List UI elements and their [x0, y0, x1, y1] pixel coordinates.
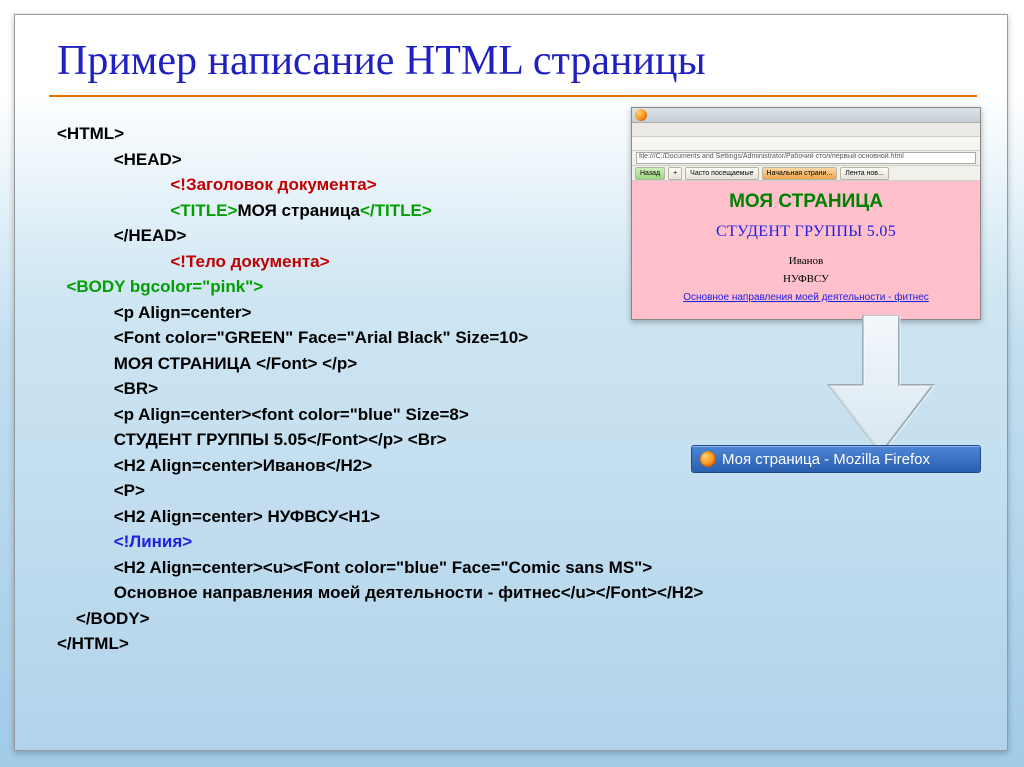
browser-tabstrip	[632, 137, 980, 151]
code-l10a: МОЯ СТРАНИЦА	[114, 354, 256, 373]
code-l11: <BR>	[114, 379, 158, 398]
code-l19a: Основное направления моей деятельности -…	[114, 583, 561, 602]
code-l19b: </u></Font></H2>	[561, 583, 704, 602]
code-l12: <p Align=center><font color="blue" Size=…	[114, 405, 469, 424]
code-l21: </HTML>	[57, 634, 129, 653]
code-l17: <!Линия>	[114, 532, 193, 551]
browser-titlebar	[632, 108, 980, 123]
code-l3: <!Заголовок документа>	[170, 175, 376, 194]
code-l13a: СТУДЕНТ ГРУППЫ 5.05	[114, 430, 307, 449]
rendered-page: МОЯ СТРАНИЦА СТУДЕНТ ГРУППЫ 5.05 Иванов …	[632, 181, 980, 319]
browser-window: file:///C:/Documents and Settings/Admini…	[631, 107, 981, 320]
firefox-icon	[635, 109, 647, 121]
code-l4c: </TITLE>	[360, 201, 432, 220]
browser-addressbar: file:///C:/Documents and Settings/Admini…	[632, 151, 980, 166]
taskbar-button[interactable]: Моя страница - Mozilla Firefox	[691, 445, 981, 473]
firefox-icon	[700, 451, 716, 467]
code-l14: <H2 Align=center>Иванов</H2>	[114, 456, 372, 475]
code-l4b: МОЯ страница	[237, 201, 360, 220]
taskbar-label: Моя страница - Mozilla Firefox	[722, 451, 930, 468]
page-name: Иванов	[636, 255, 976, 267]
page-university: НУФВСУ	[636, 273, 976, 285]
code-l7: <BODY bgcolor="pink">	[66, 277, 263, 296]
code-l18: <H2 Align=center><u><Font color="blue" F…	[114, 558, 652, 577]
toolbar-back[interactable]: Назад	[635, 167, 665, 180]
code-l6: <!Тело документа>	[170, 252, 329, 271]
code-l9: <Font color="GREEN" Face="Arial Black" S…	[114, 328, 528, 347]
code-l20: </BODY>	[76, 609, 150, 628]
title-underline	[49, 95, 977, 97]
code-l13b: </Font></p> <Br>	[307, 430, 447, 449]
arrow-icon	[821, 315, 941, 455]
toolbar-start[interactable]: Начальная страни...	[762, 167, 838, 180]
code-l5: </HEAD>	[114, 226, 187, 245]
browser-toolbar: Назад + Часто посещаемые Начальная стран…	[632, 166, 980, 181]
code-l1: <HTML>	[57, 124, 124, 143]
code-l10b: </Font> </p>	[256, 354, 357, 373]
code-l8: <p Align=center>	[114, 303, 252, 322]
code-l2: <HEAD>	[114, 150, 182, 169]
code-l16: <H2 Align=center> НУФВСУ<H1>	[114, 507, 380, 526]
page-subheading: СТУДЕНТ ГРУППЫ 5.05	[636, 223, 976, 241]
toolbar-news[interactable]: Лента нов...	[840, 167, 889, 180]
toolbar-bookmarks[interactable]: Часто посещаемые	[685, 167, 758, 180]
toolbar-add[interactable]: +	[668, 167, 682, 180]
browser-preview: file:///C:/Documents and Settings/Admini…	[631, 107, 981, 320]
code-l4a: <TITLE>	[170, 201, 237, 220]
code-l15: <P>	[114, 481, 145, 500]
browser-menubar	[632, 123, 980, 137]
slide: Пример написание HTML страницы <HTML> <H…	[14, 14, 1008, 751]
page-heading: МОЯ СТРАНИЦА	[636, 191, 976, 213]
page-activity-link[interactable]: Основное направления моей деятельности -…	[683, 292, 929, 303]
address-field[interactable]: file:///C:/Documents and Settings/Admini…	[636, 152, 976, 164]
slide-title: Пример написание HTML страницы	[15, 15, 1007, 93]
